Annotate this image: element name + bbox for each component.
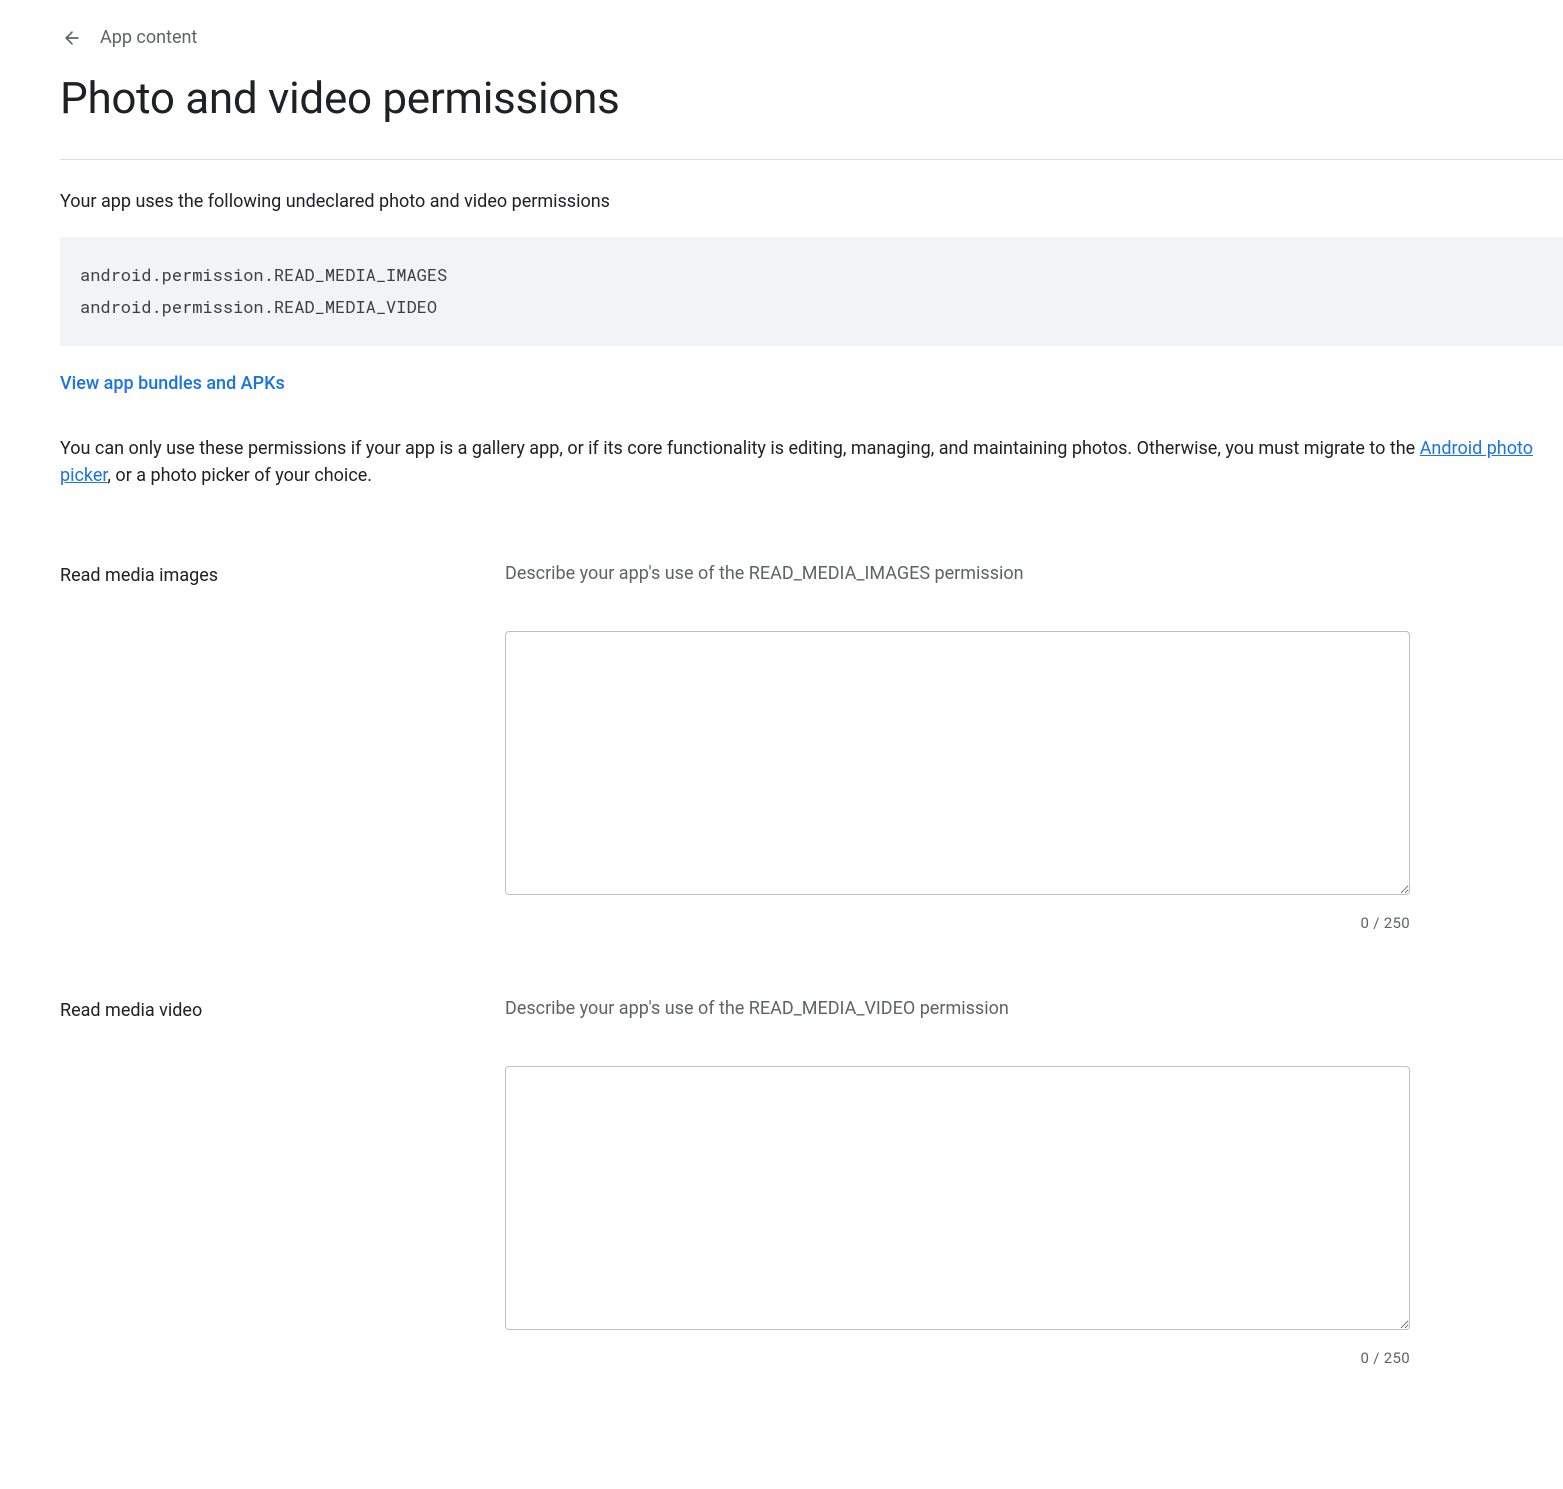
page-title: Photo and video permissions	[60, 65, 1563, 131]
breadcrumb-label[interactable]: App content	[100, 24, 197, 51]
read-media-images-section: Read media images Describe your app's us…	[60, 560, 1563, 935]
video-section-label: Read media video	[60, 997, 505, 1024]
video-char-counter: 0 / 250	[505, 1347, 1410, 1370]
images-char-counter: 0 / 250	[505, 912, 1410, 935]
view-bundles-link[interactable]: View app bundles and APKs	[60, 370, 285, 397]
explanation-text: You can only use these permissions if yo…	[60, 435, 1563, 491]
explanation-prefix: You can only use these permissions if yo…	[60, 438, 1420, 459]
breadcrumb: App content	[60, 24, 1563, 51]
explanation-suffix: , or a photo picker of your choice.	[107, 465, 372, 486]
images-description-input[interactable]	[505, 631, 1410, 895]
intro-text: Your app uses the following undeclared p…	[60, 188, 1563, 215]
images-field-description: Describe your app's use of the READ_MEDI…	[505, 560, 1410, 587]
video-field-description: Describe your app's use of the READ_MEDI…	[505, 995, 1410, 1022]
video-description-input[interactable]	[505, 1066, 1410, 1330]
read-media-video-section: Read media video Describe your app's use…	[60, 995, 1563, 1370]
permissions-code-block: android.permission.READ_MEDIA_IMAGES and…	[60, 237, 1563, 346]
back-arrow-icon[interactable]	[60, 26, 84, 50]
images-section-label: Read media images	[60, 562, 505, 589]
divider	[60, 159, 1563, 160]
